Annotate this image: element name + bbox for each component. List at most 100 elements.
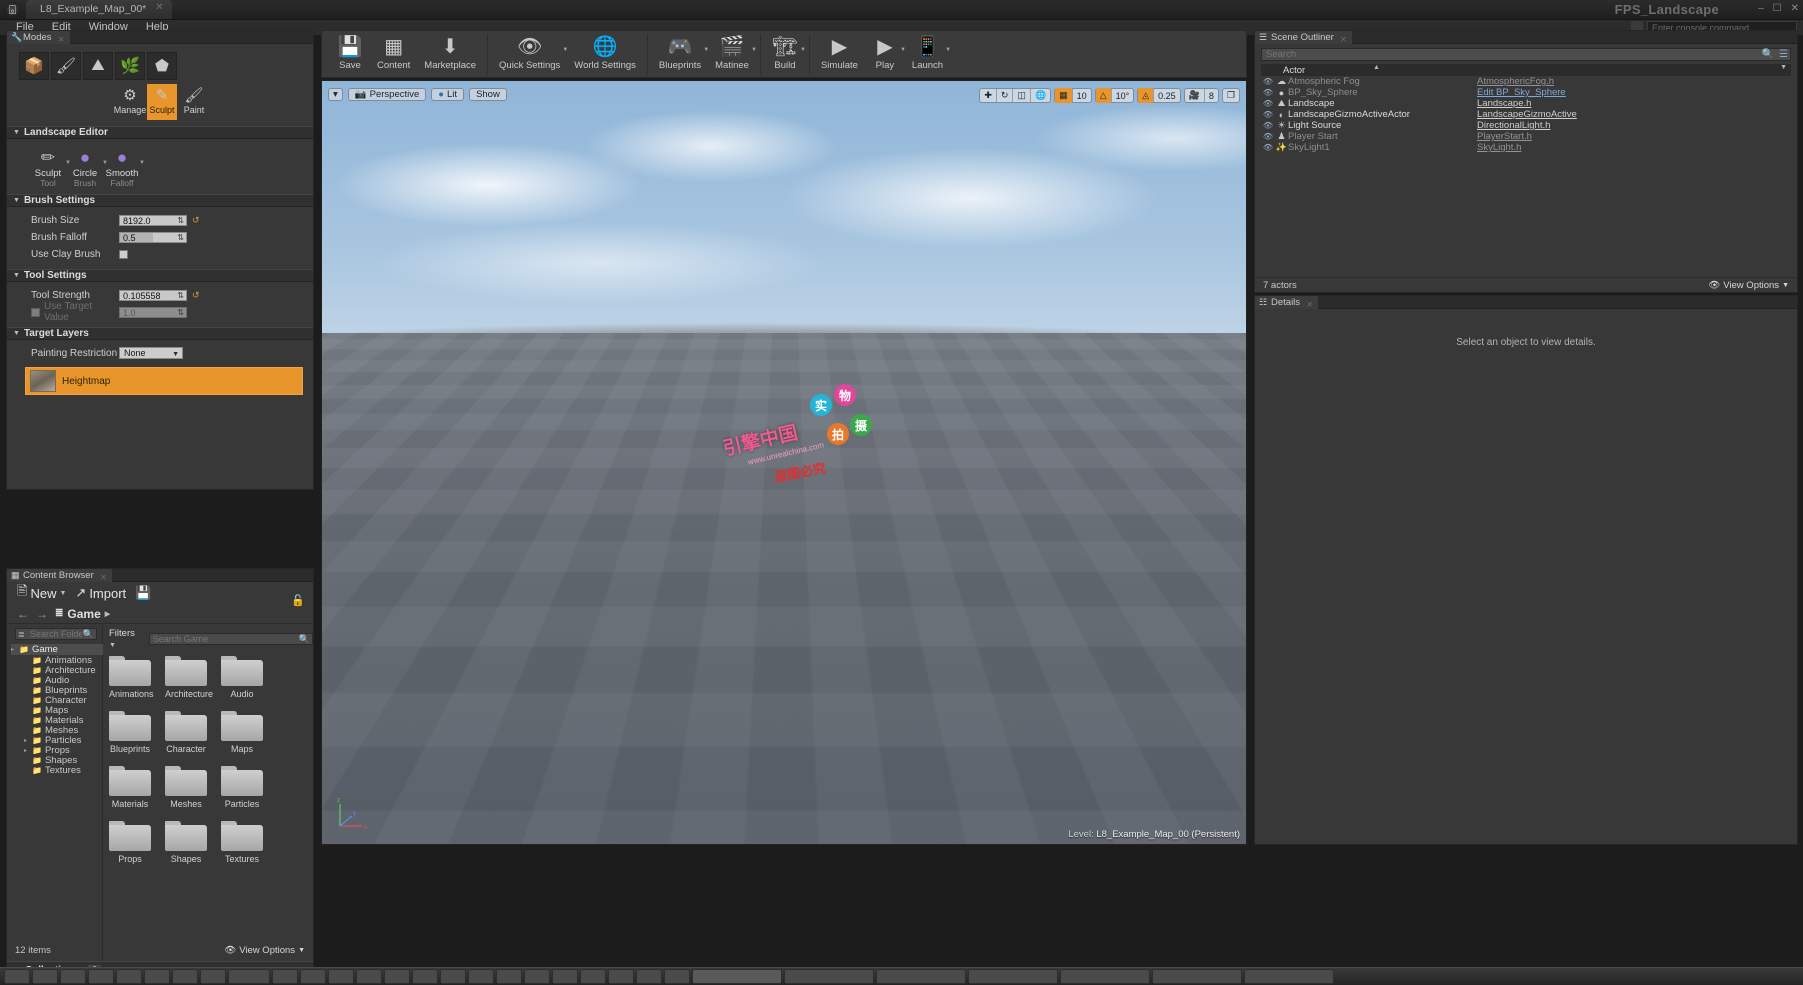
- scale-snap-value[interactable]: 0.25: [1154, 88, 1180, 103]
- taskbar-item[interactable]: [692, 969, 782, 984]
- use-clay-brush-checkbox[interactable]: [119, 250, 128, 259]
- taskbar-item[interactable]: [784, 969, 874, 984]
- brush-falloff-slider[interactable]: 0.5 ⇅: [119, 232, 187, 243]
- folder-search[interactable]: ≣ 🔍: [15, 628, 97, 640]
- taskbar-item[interactable]: [608, 969, 634, 984]
- filters-button[interactable]: Filters ▼: [109, 628, 144, 650]
- tab-content-browser[interactable]: ▦ Content Browser ✕: [7, 569, 112, 582]
- folder-tree-item[interactable]: ▸📁Game: [11, 644, 103, 655]
- asset-folder-item[interactable]: Meshes: [165, 766, 207, 809]
- toolbar-button-simulate[interactable]: ▶Simulate: [814, 31, 865, 71]
- taskbar-item[interactable]: [328, 969, 354, 984]
- smooth-falloff-button[interactable]: ● Smooth Falloff ▼: [105, 147, 139, 188]
- view-mode-button[interactable]: ● Lit: [431, 88, 464, 101]
- asset-folder-item[interactable]: Architecture: [165, 656, 207, 699]
- taskbar-item[interactable]: [1152, 969, 1242, 984]
- level-viewport[interactable]: 引擎中国 www.unrealchina.com 盗图必究 实 物 拍 摄 ▾ …: [321, 80, 1247, 845]
- section-tool-settings[interactable]: ▼ Tool Settings: [7, 269, 313, 282]
- section-brush-settings[interactable]: ▼ Brush Settings: [7, 194, 313, 207]
- taskbar-item[interactable]: [580, 969, 606, 984]
- outliner-actor-type[interactable]: DirectionalLight.h: [1477, 120, 1550, 131]
- asset-search-input[interactable]: [153, 634, 293, 644]
- search-icon[interactable]: 🔍: [299, 634, 310, 645]
- taskbar-item[interactable]: [4, 969, 30, 984]
- taskbar-item[interactable]: [636, 969, 662, 984]
- rotation-snap-value[interactable]: 10°: [1112, 88, 1134, 103]
- taskbar-item[interactable]: [32, 969, 58, 984]
- taskbar-item[interactable]: [968, 969, 1058, 984]
- folder-tree-item[interactable]: ▸📁Props: [15, 745, 102, 755]
- toolbar-button-matinee[interactable]: 🎬Matinee▼: [708, 31, 756, 71]
- folder-tree-item[interactable]: 📁Architecture: [15, 665, 102, 675]
- world-space-icon[interactable]: 🌐: [1031, 88, 1050, 103]
- outliner-actor-type[interactable]: LandscapeGizmoActive: [1477, 109, 1577, 120]
- view-options-button[interactable]: 👁 View Options ▼: [224, 945, 305, 956]
- viewport-options-button[interactable]: ▾: [328, 88, 343, 101]
- eye-icon[interactable]: 👁: [1261, 88, 1275, 97]
- reset-icon[interactable]: ↺: [192, 290, 200, 301]
- outliner-search[interactable]: 🔍 ☰: [1261, 48, 1791, 61]
- expander-icon[interactable]: ▸: [11, 646, 16, 653]
- camera-speed-icon[interactable]: 🎥: [1185, 88, 1204, 103]
- toolbar-button-blueprints[interactable]: 🎮Blueprints▼: [652, 31, 708, 71]
- toolbar-button-quick-settings[interactable]: 👁Quick Settings▼: [492, 31, 567, 71]
- taskbar-item[interactable]: [172, 969, 198, 984]
- scale-snap-toggle[interactable]: ◬: [1138, 88, 1153, 103]
- spinner-icon[interactable]: ⇅: [177, 233, 184, 243]
- outliner-row[interactable]: 👁✨SkyLight1SkyLight.h: [1261, 142, 1791, 153]
- folder-tree-item[interactable]: 📁Audio: [15, 675, 102, 685]
- landscape-tab-manage[interactable]: ⚙ Manage: [115, 84, 145, 120]
- toolbar-button-play[interactable]: ▶Play▼: [865, 31, 905, 71]
- maximize-viewport-button[interactable]: ❐: [1222, 88, 1240, 103]
- search-icon[interactable]: 🔍: [83, 629, 94, 640]
- folder-tree-item[interactable]: 📁Blueprints: [15, 685, 102, 695]
- rotate-tool-icon[interactable]: ↻: [997, 88, 1013, 103]
- asset-folder-item[interactable]: Blueprints: [109, 711, 151, 754]
- close-icon[interactable]: ✕: [58, 33, 65, 46]
- section-landscape-editor[interactable]: ▼ Landscape Editor: [7, 126, 313, 139]
- asset-search[interactable]: 🔍: [149, 633, 313, 645]
- tab-scene-outliner[interactable]: ☰ Scene Outliner ✕: [1255, 31, 1352, 44]
- taskbar-item[interactable]: [440, 969, 466, 984]
- chevron-down-icon[interactable]: ▼: [59, 590, 66, 597]
- toolbar-button-build[interactable]: 🏗Build▼: [765, 31, 805, 71]
- camera-speed-value[interactable]: 8: [1205, 88, 1218, 103]
- painting-restriction-select[interactable]: None ▼: [119, 347, 183, 359]
- place-mode-icon[interactable]: 📦: [19, 52, 49, 80]
- eye-icon[interactable]: 👁: [1261, 110, 1275, 119]
- expander-icon[interactable]: ▸: [24, 737, 29, 744]
- folder-tree-item[interactable]: 📁Textures: [15, 765, 102, 775]
- chevron-down-icon[interactable]: ▼: [945, 47, 951, 53]
- foliage-mode-icon[interactable]: 🌿: [115, 52, 145, 80]
- asset-folder-item[interactable]: Materials: [109, 766, 151, 809]
- outliner-search-input[interactable]: [1266, 49, 1736, 60]
- chevron-down-icon[interactable]: ▼: [800, 47, 806, 53]
- outliner-actor-type[interactable]: Edit BP_Sky_Sphere: [1477, 87, 1566, 98]
- eye-icon[interactable]: 👁: [1261, 99, 1275, 108]
- translate-tool-icon[interactable]: ✚: [980, 88, 996, 103]
- landscape-tab-paint[interactable]: 🖌 Paint: [179, 84, 209, 120]
- paint-mode-icon[interactable]: 🖌: [51, 52, 81, 80]
- forward-icon[interactable]: →: [36, 607, 48, 621]
- folder-tree-item[interactable]: 📁Animations: [15, 655, 102, 665]
- eye-icon[interactable]: 👁: [1261, 121, 1275, 130]
- section-target-layers[interactable]: ▼ Target Layers: [7, 327, 313, 340]
- outliner-column-header[interactable]: Actor ▲ ▼: [1261, 64, 1791, 76]
- outliner-row[interactable]: 👁☁Atmospheric FogAtmosphericFog.h: [1261, 76, 1791, 87]
- geometry-edit-mode-icon[interactable]: ⬟: [147, 52, 177, 80]
- taskbar-item[interactable]: [300, 969, 326, 984]
- taskbar-item[interactable]: [384, 969, 410, 984]
- outliner-row[interactable]: 👁◐LandscapeGizmoActiveActorLandscapeGizm…: [1261, 109, 1791, 120]
- taskbar-item[interactable]: [88, 969, 114, 984]
- maximize-icon[interactable]: ☐: [1773, 3, 1782, 15]
- outliner-actor-type[interactable]: SkyLight.h: [1477, 142, 1521, 153]
- eye-icon[interactable]: 👁: [1261, 132, 1275, 141]
- close-icon[interactable]: ✕: [155, 3, 164, 12]
- taskbar-item[interactable]: [468, 969, 494, 984]
- eye-icon[interactable]: 👁: [1261, 77, 1275, 86]
- close-icon[interactable]: ✕: [100, 571, 107, 584]
- sculpt-tool-button[interactable]: ✏ Sculpt Tool ▼: [31, 147, 65, 188]
- show-flags-button[interactable]: Show: [469, 88, 507, 101]
- asset-folder-item[interactable]: Particles: [221, 766, 263, 809]
- spinner-icon[interactable]: ⇅: [177, 216, 184, 226]
